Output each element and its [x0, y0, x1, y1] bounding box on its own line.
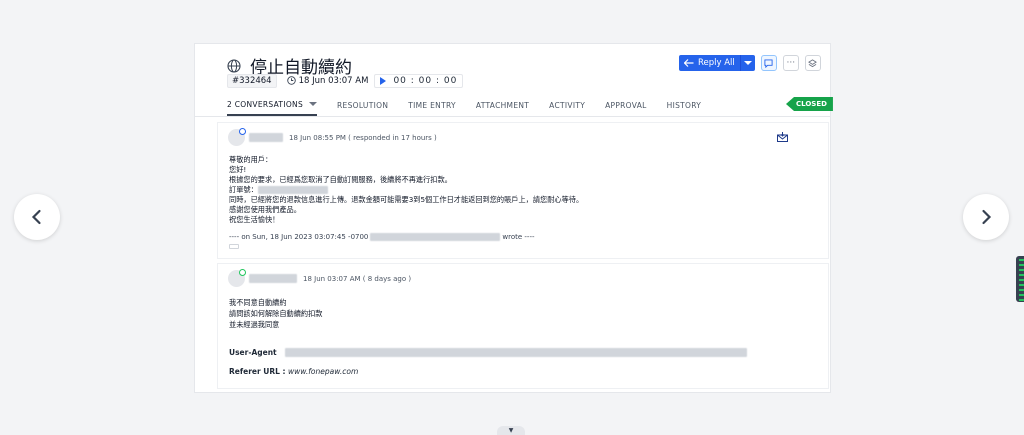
- message-body: 尊敬的用戶： 您好! 根據您的要求，已經爲您取消了自動訂閱服務，後續將不再進行扣…: [229, 155, 583, 225]
- message-line: 同時，已經將您的退款信息進行上傳。退款金額可能需要3到5個工作日才能返回到您的賬…: [229, 195, 584, 204]
- tab-history[interactable]: HISTORY: [667, 99, 702, 116]
- chevron-left-icon: [31, 209, 41, 225]
- message-line: 訂單號：: [229, 185, 258, 194]
- tab-label: ACTIVITY: [549, 100, 586, 110]
- chat-icon: [764, 58, 773, 68]
- tab-label: TIME ENTRY: [408, 100, 456, 110]
- customer-avatar: [228, 269, 246, 287]
- tab-time-entry[interactable]: TIME ENTRY: [408, 99, 456, 116]
- message-line: 您好!: [229, 165, 247, 174]
- globe-icon: [227, 58, 241, 73]
- created-date: 18 Jun 03:07 AM: [298, 75, 369, 86]
- user-agent-label: User-Agent: [229, 348, 277, 357]
- message-line: 並未經過我同意: [229, 320, 280, 329]
- reply-options-dropdown[interactable]: [739, 55, 755, 71]
- bottom-toggle[interactable]: ▼: [497, 426, 525, 435]
- previous-ticket-button[interactable]: [14, 194, 60, 240]
- caret-down-icon: [309, 102, 318, 106]
- ticket-id: #332464: [227, 73, 277, 88]
- tab-label: 2 CONVERSATIONS: [227, 99, 304, 109]
- status-badge: CLOSED: [786, 97, 833, 111]
- message-line: 我不同意自動續約: [229, 298, 287, 307]
- referer-url[interactable]: www.fonepaw.com: [288, 367, 358, 376]
- email-icon[interactable]: [777, 132, 788, 142]
- reply-all-button[interactable]: Reply All: [679, 55, 755, 71]
- clock-icon: [286, 76, 296, 85]
- user-agent-row: User-Agent: [229, 348, 747, 357]
- more-options-button[interactable]: ···: [782, 55, 799, 71]
- next-ticket-button[interactable]: [963, 194, 1009, 240]
- chevron-down-icon: ▼: [508, 427, 514, 434]
- message-line: 請問該如何解除自動續約扣款: [229, 309, 323, 318]
- conversation-item: 18 Jun 03:07 AM ( 8 days ago ) 我不同意自動續約 …: [217, 263, 829, 389]
- tab-conversations[interactable]: 2 CONVERSATIONS: [227, 99, 318, 116]
- tab-label: APPROVAL: [605, 100, 647, 110]
- layers-button[interactable]: [804, 55, 821, 71]
- tab-attachment[interactable]: ATTACHMENT: [476, 99, 529, 116]
- timer-value: 00 : 00 : 00: [393, 75, 458, 86]
- layers-icon: [808, 58, 818, 67]
- more-icon: ···: [786, 58, 796, 68]
- redacted-name: [249, 133, 283, 142]
- tab-label: RESOLUTION: [337, 100, 389, 110]
- agent-avatar: [228, 128, 246, 146]
- redacted-user-agent: [284, 348, 747, 357]
- redacted-email: [370, 233, 501, 241]
- conversation-item: 18 Jun 08:55 PM ( responded in 17 hours …: [217, 122, 829, 259]
- quoted-header: ---- on Sun, 18 Jun 2023 03:07:45 -0700 …: [229, 233, 535, 241]
- tab-label: HISTORY: [666, 100, 702, 110]
- message-line: 祝您生活愉快！: [229, 215, 280, 224]
- redacted-name: [249, 274, 297, 283]
- tab-resolution[interactable]: RESOLUTION: [337, 99, 388, 116]
- message-line: 根據您的要求，已經爲您取消了自動訂閱服務，後續將不再進行扣款。: [229, 175, 452, 184]
- referer-row: Referer URL : www.fonepaw.com: [229, 367, 358, 376]
- message-body: 我不同意自動續約 請問該如何解除自動續約扣款 並未經過我同意: [229, 297, 322, 330]
- time-tracker[interactable]: 00 : 00 : 00: [374, 73, 464, 88]
- quote-suffix: wrote ----: [502, 233, 535, 241]
- reply-all-label: Reply All: [698, 58, 735, 68]
- caret-down-icon: [743, 61, 752, 65]
- message-line: 感謝您使用我們產品。: [229, 205, 301, 214]
- reply-icon: [684, 59, 694, 67]
- redacted-order-number: [257, 186, 328, 194]
- quote-prefix: ---- on Sun, 18 Jun 2023 03:07:45 -0700: [229, 233, 369, 241]
- chat-button[interactable]: [760, 55, 777, 71]
- play-icon[interactable]: [380, 76, 387, 85]
- tab-activity[interactable]: ACTIVITY: [549, 99, 585, 116]
- ticket-card: 停止自動續約 #332464 18 Jun 03:07 AM 00 : 00 :…: [194, 43, 833, 393]
- tab-approval[interactable]: APPROVAL: [605, 99, 647, 116]
- side-widget-handle[interactable]: [1016, 256, 1024, 302]
- tab-label: ATTACHMENT: [475, 100, 530, 110]
- referer-label: Referer URL :: [229, 367, 286, 376]
- ticket-tabs: 2 CONVERSATIONS RESOLUTION TIME ENTRY AT…: [227, 99, 721, 116]
- message-timestamp: 18 Jun 03:07 AM ( 8 days ago ): [303, 274, 412, 283]
- message-line: 尊敬的用戶：: [229, 155, 273, 164]
- chevron-right-icon: [982, 209, 992, 225]
- show-quoted-button[interactable]: [229, 244, 239, 249]
- message-timestamp: 18 Jun 08:55 PM ( responded in 17 hours …: [289, 133, 437, 142]
